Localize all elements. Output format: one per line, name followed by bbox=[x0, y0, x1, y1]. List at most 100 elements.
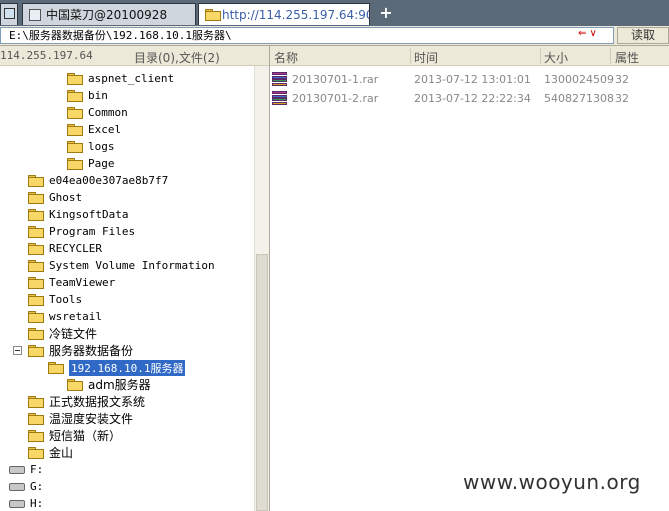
folder-icon bbox=[28, 345, 44, 357]
tab-label: http://114.255.197.64:9090/... bbox=[222, 7, 369, 22]
tree-item-label: 冷链文件 bbox=[49, 327, 98, 341]
folder-icon bbox=[28, 260, 44, 272]
column-separator bbox=[540, 48, 541, 64]
column-separator bbox=[610, 48, 611, 64]
tree-item-label: 192.168.10.1服务器 bbox=[69, 359, 186, 376]
folder-icon bbox=[67, 73, 83, 85]
folder-icon bbox=[28, 396, 44, 408]
tree-item[interactable]: aspnet_client bbox=[67, 70, 174, 87]
tree-item[interactable]: 短信猫（新） bbox=[28, 427, 121, 444]
file-row[interactable]: 20130701-2.rar 2013-07-12 22:22:34 5408271… bbox=[270, 90, 669, 107]
tab-url[interactable]: http://114.255.197.64:9090/... ✕ bbox=[198, 3, 370, 25]
collapse-toggle[interactable] bbox=[13, 346, 22, 355]
drive-label: G: bbox=[30, 480, 44, 493]
tree-item-label: Page bbox=[88, 157, 115, 170]
tree-item[interactable]: KingsoftData bbox=[28, 206, 128, 223]
folder-icon bbox=[28, 413, 44, 425]
tree-item[interactable]: 服务器数据备份 bbox=[13, 342, 133, 359]
folder-icon bbox=[67, 379, 83, 391]
file-list-header: 名称 时间 大小 属性 bbox=[270, 46, 669, 66]
folder-icon bbox=[28, 226, 44, 238]
tree-item[interactable]: RECYCLER bbox=[28, 240, 102, 257]
tree-item[interactable]: 温湿度安装文件 bbox=[28, 410, 133, 427]
tree-item-label: Excel bbox=[88, 123, 122, 136]
file-attr: 32 bbox=[615, 73, 629, 86]
drive-label: F: bbox=[30, 463, 44, 476]
tree-header: 114.255.197.64 目录(0),文件(2) bbox=[0, 46, 269, 66]
tree-item-label: Tools bbox=[49, 293, 83, 306]
tree-item[interactable]: e04ea00e307ae8b7f7 bbox=[28, 172, 168, 189]
tab-label: 中国菜刀@20100928 bbox=[46, 8, 168, 22]
read-button[interactable]: 读取 bbox=[617, 27, 669, 44]
tree-item[interactable]: Common bbox=[67, 104, 128, 121]
folder-icon bbox=[67, 107, 83, 119]
tree-item[interactable]: Tools bbox=[28, 291, 82, 308]
tree-item[interactable]: logs bbox=[67, 138, 115, 155]
tree-item-label: aspnet_client bbox=[88, 72, 175, 85]
tree-scrollbar[interactable] bbox=[254, 66, 269, 511]
new-tab-button[interactable]: + bbox=[376, 3, 396, 23]
tree-item-label: wsretail bbox=[49, 310, 102, 323]
folder-icon bbox=[28, 192, 44, 204]
column-time[interactable]: 时间 bbox=[414, 49, 438, 66]
tree-item[interactable]: 金山 bbox=[28, 444, 73, 461]
tree-item-label: logs bbox=[88, 140, 115, 153]
folder-icon bbox=[28, 175, 44, 187]
tree-item-label: bin bbox=[88, 89, 108, 102]
folder-icon bbox=[28, 243, 44, 255]
tree-item[interactable]: Page bbox=[67, 155, 115, 172]
drive-item[interactable]: F: bbox=[9, 461, 43, 478]
host-ip: 114.255.197.64 bbox=[0, 49, 93, 62]
file-time: 2013-07-12 22:22:34 bbox=[414, 92, 531, 105]
tree-item[interactable]: Ghost bbox=[28, 189, 82, 206]
tree-item-label: KingsoftData bbox=[49, 208, 129, 221]
path-dropdown-controls[interactable]: ⇐ ∨ bbox=[578, 28, 597, 39]
file-name: 20130701-2.rar bbox=[292, 92, 379, 105]
tree-item-label: 正式数据报文系统 bbox=[49, 395, 146, 409]
open-folder-icon bbox=[48, 362, 64, 374]
column-size[interactable]: 大小 bbox=[544, 49, 568, 66]
folder-icon bbox=[67, 141, 83, 153]
tree-item[interactable]: wsretail bbox=[28, 308, 102, 325]
tree-item[interactable]: 冷链文件 bbox=[28, 325, 97, 342]
tree-item-label: Common bbox=[88, 106, 128, 119]
window-icon bbox=[29, 8, 41, 21]
tree-item[interactable]: 192.168.10.1服务器 bbox=[48, 359, 186, 376]
tree-item[interactable]: bin bbox=[67, 87, 108, 104]
tree-item[interactable]: Excel bbox=[67, 121, 121, 138]
drive-item[interactable]: H: bbox=[9, 495, 43, 511]
tab-bar: 中国菜刀@20100928 http://114.255.197.64:9090… bbox=[0, 0, 669, 26]
tree-item-label: Ghost bbox=[49, 191, 83, 204]
dir-file-count: 目录(0),文件(2) bbox=[134, 51, 220, 65]
tab-chopper[interactable]: 中国菜刀@20100928 bbox=[22, 3, 196, 25]
drive-item[interactable]: G: bbox=[9, 478, 43, 495]
tree-item[interactable]: TeamViewer bbox=[28, 274, 115, 291]
file-size: 1300024509 bbox=[544, 73, 614, 86]
path-input[interactable]: E:\服务器数据备份\192.168.10.1服务器\ bbox=[0, 27, 614, 44]
file-row[interactable]: 20130701-1.rar 2013-07-12 13:01:01 1300024… bbox=[270, 71, 669, 88]
tree-item[interactable]: adm服务器 bbox=[67, 376, 151, 393]
column-name[interactable]: 名称 bbox=[274, 49, 298, 66]
folder-icon bbox=[28, 311, 44, 323]
folder-icon bbox=[28, 209, 44, 221]
tree-item-label: 短信猫（新） bbox=[49, 429, 122, 443]
column-attr[interactable]: 属性 bbox=[615, 49, 639, 66]
drive-icon bbox=[9, 499, 25, 508]
column-separator bbox=[410, 48, 411, 64]
path-bar: E:\服务器数据备份\192.168.10.1服务器\ ⇐ ∨ 读取 bbox=[0, 26, 669, 46]
tree-item-label: 金山 bbox=[49, 446, 74, 460]
tree-item-label: System Volume Information bbox=[49, 259, 215, 272]
tree-item-label: adm服务器 bbox=[88, 378, 151, 392]
folder-icon bbox=[28, 328, 44, 340]
tab-scroll-left[interactable] bbox=[0, 3, 18, 25]
tree-item[interactable]: System Volume Information bbox=[28, 257, 215, 274]
folder-icon bbox=[67, 124, 83, 136]
tree-item-label: e04ea00e307ae8b7f7 bbox=[49, 174, 169, 187]
file-size: 5408271308 bbox=[544, 92, 614, 105]
folder-icon bbox=[28, 430, 44, 442]
tree-item[interactable]: 正式数据报文系统 bbox=[28, 393, 145, 410]
tree-item[interactable]: Program Files bbox=[28, 223, 135, 240]
folder-icon bbox=[28, 277, 44, 289]
scrollbar-thumb[interactable] bbox=[256, 254, 268, 511]
tree-item-label: RECYCLER bbox=[49, 242, 102, 255]
